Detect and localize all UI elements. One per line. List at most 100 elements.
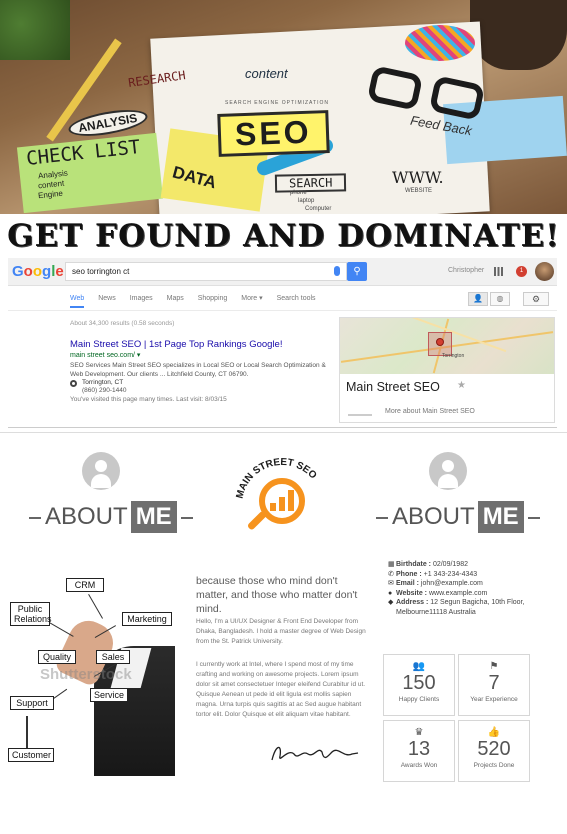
stat-label: Awards Won — [400, 762, 438, 769]
search-tabs: Web News Images Maps Shopping More ▾ Sea… — [70, 294, 328, 308]
address-row-line2: Melbourne11118 Australia — [396, 608, 476, 616]
about-bio-intro: Hello, I'm a UI/UX Designer & Front End … — [196, 618, 366, 645]
support-box: Support — [10, 696, 54, 710]
result-snippet: SEO Services Main Street SEO specializes… — [70, 362, 326, 378]
calendar-icon: ▦ — [388, 561, 395, 568]
tab-more[interactable]: More ▾ — [241, 294, 262, 302]
email-row: ✉ Email : john@example.com — [388, 580, 483, 588]
avatar[interactable] — [535, 262, 554, 281]
star-icon[interactable]: ★ — [457, 380, 466, 391]
crm-diagram-image: Shutterstock CRM Public Relations Market… — [4, 566, 175, 776]
stat-value: 520 — [477, 738, 511, 760]
flag-icon: ⚑ — [489, 661, 499, 672]
google-top-bar: Google seo torrington ct ⚲ Christopher 1 — [8, 258, 557, 286]
results-stats: About 34,300 results (0.58 seconds) — [70, 320, 175, 327]
hero-device-word: Computer — [305, 206, 332, 212]
panel-more-link[interactable]: More about Main Street SEO — [385, 408, 475, 415]
map-thumbnail[interactable]: Torrington — [340, 318, 554, 374]
stat-label: Happy Clients — [398, 696, 440, 703]
user-avatar-icon — [82, 452, 120, 490]
globe-icon: ● — [388, 589, 393, 597]
customer-box: Customer — [8, 748, 54, 762]
sales-box: Sales — [96, 650, 130, 664]
phone-row: ✆ Phone : +1 343-234-4343 — [388, 570, 478, 578]
public-relations-box: Public Relations — [10, 602, 52, 626]
crm-box: CRM — [66, 578, 104, 592]
birthdate-row: ▦Birthdate : 02/09/1982 — [388, 561, 468, 568]
hero-search-word: SEARCH — [274, 173, 347, 193]
section-divider — [0, 432, 567, 433]
stat-card: 👍 520 Projects Done — [458, 720, 530, 782]
map-marker-icon: ◆ — [388, 599, 394, 607]
users-icon: 👥 — [412, 661, 426, 672]
result-location: Torrington, CT — [82, 379, 124, 386]
hero-device-word: phone — [290, 190, 307, 196]
service-box: Service — [90, 688, 128, 702]
hero-image: RESEARCH content ANALYSIS SEARCH ENGINE … — [0, 0, 567, 214]
user-avatar-icon — [429, 452, 467, 490]
person-icon[interactable]: 👤 — [468, 292, 488, 306]
thumbs-up-icon: 👍 — [487, 727, 501, 738]
watermark-text: Shutterstock — [40, 666, 132, 683]
search-icon: ⚲ — [353, 266, 361, 277]
globe-icon[interactable]: ◍ — [490, 292, 510, 306]
plant-decoration — [0, 0, 70, 60]
notification-badge[interactable]: 1 — [516, 266, 527, 277]
contact-info-list: ▦Birthdate : 02/09/1982 ✆ Phone : +1 343-… — [388, 560, 563, 618]
location-pin-icon — [70, 380, 77, 387]
envelope-icon: ✉ — [388, 580, 394, 588]
about-me-heading: ABOUT ME — [25, 501, 197, 535]
tab-web[interactable]: Web — [70, 295, 85, 308]
result-visited-note: You've visited this page many times. Las… — [70, 396, 227, 403]
stat-label: Projects Done — [473, 762, 515, 769]
about-bio-body: I currently work at Intel, where I spend… — [196, 661, 366, 718]
marketing-box: Marketing — [122, 612, 172, 626]
knowledge-panel: Torrington Main Street SEO ★ More about … — [339, 317, 555, 423]
tab-shopping[interactable]: Shopping — [198, 295, 228, 302]
stat-label: Year Experience — [470, 696, 518, 703]
yarn-decoration — [405, 25, 475, 61]
result-phone: (860) 290-1440 — [82, 387, 127, 394]
stat-card: ⚑ 7 Year Experience — [458, 654, 530, 716]
result-title-link[interactable]: Main Street SEO | 1st Page Top Rankings … — [70, 339, 282, 350]
hero-website-word: WEBSITE — [405, 188, 433, 194]
stat-value: 13 — [407, 738, 431, 760]
page-headline: GET FOUND AND DOMINATE! — [7, 218, 560, 254]
chevron-down-icon[interactable] — [348, 406, 372, 416]
address-row: ◆ Address : 12 Segun Bagicha, 10th Floor, — [388, 599, 525, 607]
hero-search-engine-word: SEARCH ENGINE OPTIMIZATION — [225, 100, 329, 106]
website-link[interactable]: www.example.com — [429, 590, 487, 597]
google-logo[interactable]: Google — [12, 263, 64, 280]
stats-grid: 👥 150 Happy Clients ⚑ 7 Year Experience … — [383, 654, 533, 782]
website-row: ● Website : www.example.com — [388, 589, 488, 597]
about-quote: because those who mind don't matter, and… — [196, 575, 358, 615]
stat-card: ♛ 13 Awards Won — [383, 720, 455, 782]
map-pin-icon — [436, 338, 444, 346]
search-input[interactable]: seo torrington ct — [65, 262, 347, 281]
stat-value: 7 — [488, 672, 500, 694]
map-town-label: Torrington — [442, 353, 465, 359]
tab-images[interactable]: Images — [130, 295, 153, 302]
tab-search-tools[interactable]: Search tools — [277, 295, 316, 302]
microphone-icon[interactable] — [334, 266, 340, 276]
gear-icon[interactable]: ⚙ — [523, 292, 549, 306]
phone-icon: ✆ — [388, 570, 394, 578]
about-me-heading: ABOUT ME — [372, 501, 544, 535]
tab-maps[interactable]: Maps — [167, 295, 184, 302]
hero-device-word: laptop — [298, 198, 315, 204]
user-name[interactable]: Christopher — [448, 267, 484, 274]
email-link[interactable]: john@example.com — [421, 580, 483, 587]
bar-chart-icon — [270, 489, 296, 511]
apps-grid-icon[interactable] — [494, 267, 503, 276]
result-url[interactable]: main street seo.com/ ▾ — [70, 351, 140, 359]
hero-seo-word: SEO — [217, 110, 330, 157]
search-button[interactable]: ⚲ — [347, 262, 367, 281]
coffee-cup-decoration — [470, 0, 567, 70]
hero-content-word: content — [245, 66, 288, 81]
google-search-screenshot: Google seo torrington ct ⚲ Christopher 1… — [8, 258, 557, 428]
divider — [8, 310, 557, 311]
hero-www-word: WWW. — [392, 168, 444, 187]
stat-card: 👥 150 Happy Clients — [383, 654, 455, 716]
quality-box: Quality — [38, 650, 76, 664]
tab-news[interactable]: News — [98, 295, 116, 302]
